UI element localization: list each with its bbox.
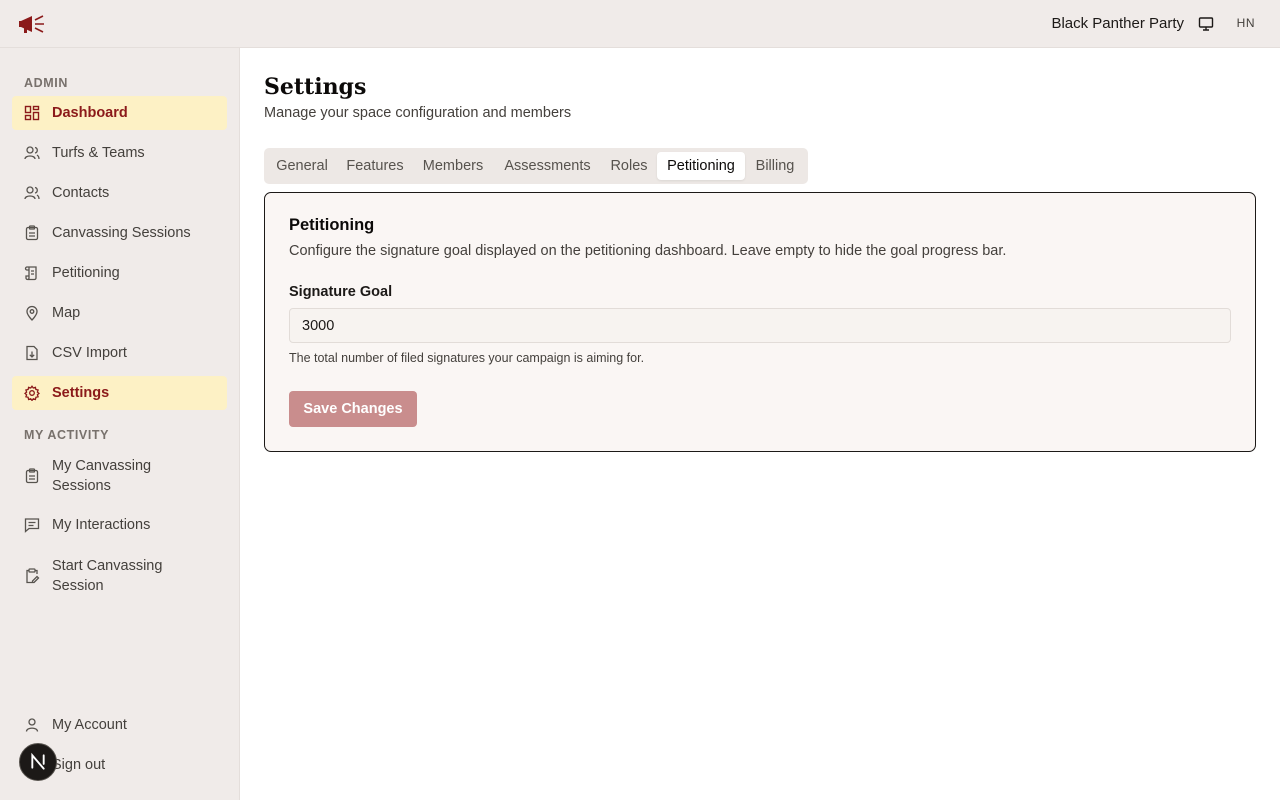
sidebar-item-csv-import[interactable]: CSV Import [12, 336, 227, 370]
sidebar-item-start-canvassing-session[interactable]: Start Canvassing Session [12, 554, 227, 598]
contacts-icon [24, 186, 40, 200]
clipboard-icon [25, 468, 39, 484]
scroll-icon [24, 266, 37, 281]
gear-icon [24, 385, 40, 401]
top-bar: Black Panther Party HN [0, 0, 1280, 48]
sidebar-item-label: Map [52, 305, 81, 321]
tab-features[interactable]: Features [338, 152, 412, 180]
sidebar-item-label: My Interactions [52, 517, 151, 533]
sidebar-item-label: My Account [52, 717, 127, 733]
sidebar-item-dashboard[interactable]: Dashboard [12, 96, 227, 130]
sidebar-item-settings[interactable]: Settings [12, 376, 227, 410]
card-title: Petitioning [289, 216, 375, 234]
sidebar-item-canvassing-sessions[interactable]: Canvassing Sessions [12, 216, 227, 250]
users-icon [24, 146, 40, 160]
signature-goal-help-text: The total number of filed signatures you… [289, 351, 645, 365]
monitor-icon[interactable] [1198, 16, 1214, 32]
page-title: Settings [264, 74, 367, 100]
user-icon [25, 718, 39, 732]
megaphone-logo-icon[interactable] [18, 13, 46, 35]
tab-roles[interactable]: Roles [603, 152, 655, 180]
admin-section-label: ADMIN [24, 76, 68, 90]
sidebar-item-label: My Canvassing Sessions [52, 458, 152, 494]
clipboard-pen-icon [26, 568, 40, 584]
tab-assessments[interactable]: Assessments [494, 152, 601, 180]
tab-billing[interactable]: Billing [747, 152, 803, 180]
clipboard-icon [25, 225, 39, 241]
sidebar-item-my-canvassing-sessions[interactable]: My Canvassing Sessions [12, 454, 227, 498]
sidebar-item-label: Petitioning [52, 265, 120, 281]
dashboard-icon [24, 105, 40, 121]
sidebar-item-label: Settings [52, 385, 110, 401]
sidebar-item-map[interactable]: Map [12, 296, 227, 330]
tab-members[interactable]: Members [414, 152, 492, 180]
signature-goal-input[interactable] [289, 308, 1231, 343]
card-description: Configure the signature goal displayed o… [289, 243, 1007, 259]
sidebar: ADMIN Dashboard Turfs & Teams Contacts C… [0, 48, 240, 800]
sidebar-item-label: CSV Import [52, 345, 127, 361]
map-pin-icon [26, 305, 38, 321]
tab-general[interactable]: General [268, 152, 336, 180]
my-activity-section-label: MY ACTIVITY [24, 428, 110, 442]
file-import-icon [26, 345, 38, 361]
user-initials-avatar[interactable]: HN [1237, 16, 1255, 30]
message-icon [24, 518, 40, 533]
sidebar-item-label: Turfs & Teams [52, 145, 145, 161]
sidebar-item-label: Canvassing Sessions [52, 225, 191, 241]
signature-goal-label: Signature Goal [289, 284, 393, 300]
settings-tabs: General Features Members Assessments Rol… [264, 148, 808, 184]
tab-petitioning[interactable]: Petitioning [657, 152, 745, 180]
sidebar-item-label: Sign out [52, 757, 106, 773]
sidebar-item-label: Dashboard [52, 105, 128, 121]
dev-tools-button[interactable] [19, 743, 57, 781]
sidebar-item-my-account[interactable]: My Account [12, 708, 227, 742]
sidebar-item-turfs-teams[interactable]: Turfs & Teams [12, 136, 227, 170]
n-logo-icon [31, 752, 45, 770]
sidebar-item-label: Contacts [52, 185, 110, 201]
sidebar-item-my-interactions[interactable]: My Interactions [12, 508, 227, 542]
petitioning-settings-card: Petitioning Configure the signature goal… [264, 192, 1256, 452]
sidebar-item-contacts[interactable]: Contacts [12, 176, 227, 210]
sidebar-item-label: Start Canvassing Session [52, 558, 163, 594]
save-changes-button[interactable]: Save Changes [289, 391, 417, 427]
org-name[interactable]: Black Panther Party [1051, 15, 1184, 32]
sidebar-item-petitioning[interactable]: Petitioning [12, 256, 227, 290]
page-subtitle: Manage your space configuration and memb… [264, 105, 572, 121]
